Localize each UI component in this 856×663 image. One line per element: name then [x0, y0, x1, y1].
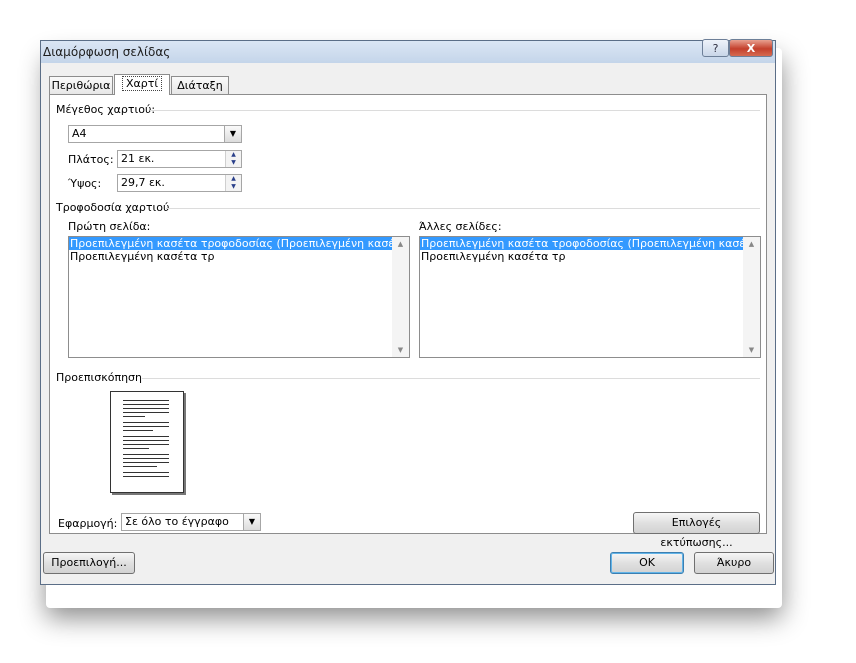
preview-line	[123, 430, 153, 431]
tab-margins[interactable]: Περιθώρια	[49, 76, 113, 94]
paper-size-value: A4	[72, 127, 87, 140]
preview-line	[123, 444, 169, 445]
preview-line	[123, 416, 145, 417]
close-button[interactable]: X	[729, 39, 773, 57]
apply-to-dropdown[interactable]: Σε όλο το έγγραφο ▼	[121, 513, 261, 531]
preview-line	[123, 458, 169, 459]
page-setup-dialog: Διαμόρφωση σελίδας ? X Περιθώρια Χαρτί Δ…	[40, 39, 776, 585]
list-item[interactable]: Προεπιλεγμένη κασέτα τρ	[420, 250, 743, 263]
first-page-label: Πρώτη σελίδα:	[68, 220, 151, 233]
chevron-down-icon[interactable]: ▼	[243, 514, 260, 530]
first-page-list[interactable]: Προεπιλεγμένη κασέτα τροφοδοσίας (Προεπι…	[68, 236, 410, 358]
scrollbar[interactable]: ▲ ▼	[743, 237, 760, 357]
spin-up-icon[interactable]: ▲	[226, 151, 241, 159]
divider	[142, 378, 760, 379]
apply-to-label: Εφαρμογή:	[58, 517, 118, 530]
spin-down-icon[interactable]: ▼	[226, 183, 241, 191]
preview-line	[123, 436, 169, 437]
other-pages-label: Άλλες σελίδες:	[419, 220, 502, 233]
tab-margins-label: Περιθώρια	[51, 79, 111, 92]
paper-source-group-label: Τροφοδοσία χαρτιού	[56, 201, 170, 214]
scroll-down-icon[interactable]: ▼	[392, 346, 409, 354]
preview-line	[123, 454, 169, 455]
preview-line	[123, 408, 169, 409]
preview-group-label: Προεπισκόπηση	[56, 371, 142, 384]
height-value: 29,7 εκ.	[121, 176, 165, 189]
divider	[166, 208, 760, 209]
width-field[interactable]: 21 εκ. ▲ ▼	[117, 150, 242, 168]
spin-down-icon[interactable]: ▼	[226, 159, 241, 167]
preview-line	[123, 448, 149, 449]
scroll-up-icon[interactable]: ▲	[392, 240, 409, 248]
page-preview	[110, 391, 184, 493]
paper-tab-panel: Μέγεθος χαρτιού: A4 ▼ Πλάτος: 21 εκ. ▲ ▼…	[49, 94, 767, 549]
preview-line	[123, 440, 169, 441]
preview-line	[123, 476, 169, 477]
scrollbar[interactable]: ▲ ▼	[392, 237, 409, 357]
width-spinner[interactable]: ▲ ▼	[225, 151, 241, 167]
apply-to-value: Σε όλο το έγγραφο	[125, 515, 229, 528]
title-bar[interactable]: Διαμόρφωση σελίδας ? X	[41, 39, 775, 63]
list-item[interactable]: Προεπιλεγμένη κασέτα τροφοδοσίας (Προεπι…	[420, 237, 743, 250]
tab-layout[interactable]: Διάταξη	[171, 76, 229, 94]
height-field[interactable]: 29,7 εκ. ▲ ▼	[117, 174, 242, 192]
scroll-up-icon[interactable]: ▲	[743, 240, 760, 248]
preview-line	[123, 422, 169, 423]
preview-line	[123, 412, 169, 413]
cancel-button[interactable]: Άκυρο	[694, 552, 774, 574]
default-button[interactable]: Προεπιλογή...	[43, 552, 135, 574]
dialog-title: Διαμόρφωση σελίδας	[43, 45, 171, 59]
print-options-button[interactable]: Επιλογές εκτύπωσης...	[633, 512, 760, 549]
preview-line	[123, 462, 169, 463]
list-item[interactable]: Προεπιλεγμένη κασέτα τρ	[69, 250, 392, 263]
scroll-down-icon[interactable]: ▼	[743, 346, 760, 354]
preview-line	[123, 426, 169, 427]
divider	[150, 110, 760, 111]
ok-button[interactable]: OK	[610, 552, 684, 574]
paper-size-dropdown[interactable]: A4 ▼	[68, 125, 242, 143]
preview-line	[123, 466, 157, 467]
list-item[interactable]: Προεπιλεγμένη κασέτα τροφοδοσίας (Προεπι…	[69, 237, 392, 250]
paper-size-group-label: Μέγεθος χαρτιού:	[56, 103, 156, 116]
tab-paper-label: Χαρτί	[121, 76, 163, 91]
width-label: Πλάτος:	[68, 153, 114, 166]
preview-line	[123, 472, 169, 473]
tab-paper[interactable]: Χαρτί	[114, 74, 170, 95]
height-label: Ύψος:	[68, 177, 102, 190]
spin-up-icon[interactable]: ▲	[226, 175, 241, 183]
tab-layout-label: Διάταξη	[177, 79, 223, 92]
preview-line	[123, 404, 169, 405]
width-value: 21 εκ.	[121, 152, 155, 165]
preview-line	[123, 400, 169, 401]
help-button[interactable]: ?	[702, 39, 729, 57]
height-spinner[interactable]: ▲ ▼	[225, 175, 241, 191]
other-pages-list[interactable]: Προεπιλεγμένη κασέτα τροφοδοσίας (Προεπι…	[419, 236, 761, 358]
chevron-down-icon[interactable]: ▼	[224, 126, 241, 142]
